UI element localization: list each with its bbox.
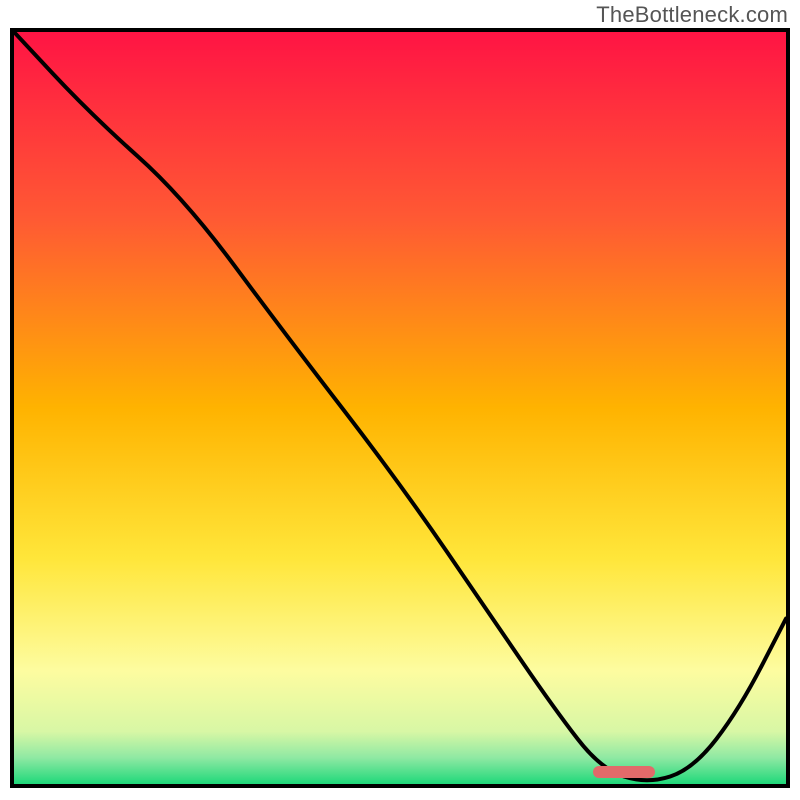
watermark-text: TheBottleneck.com [596,2,788,28]
chart-frame: TheBottleneck.com [0,0,800,800]
chart-svg [14,32,786,784]
gradient-background [14,32,786,784]
optimal-region-marker [593,766,655,778]
plot-area [10,28,790,788]
